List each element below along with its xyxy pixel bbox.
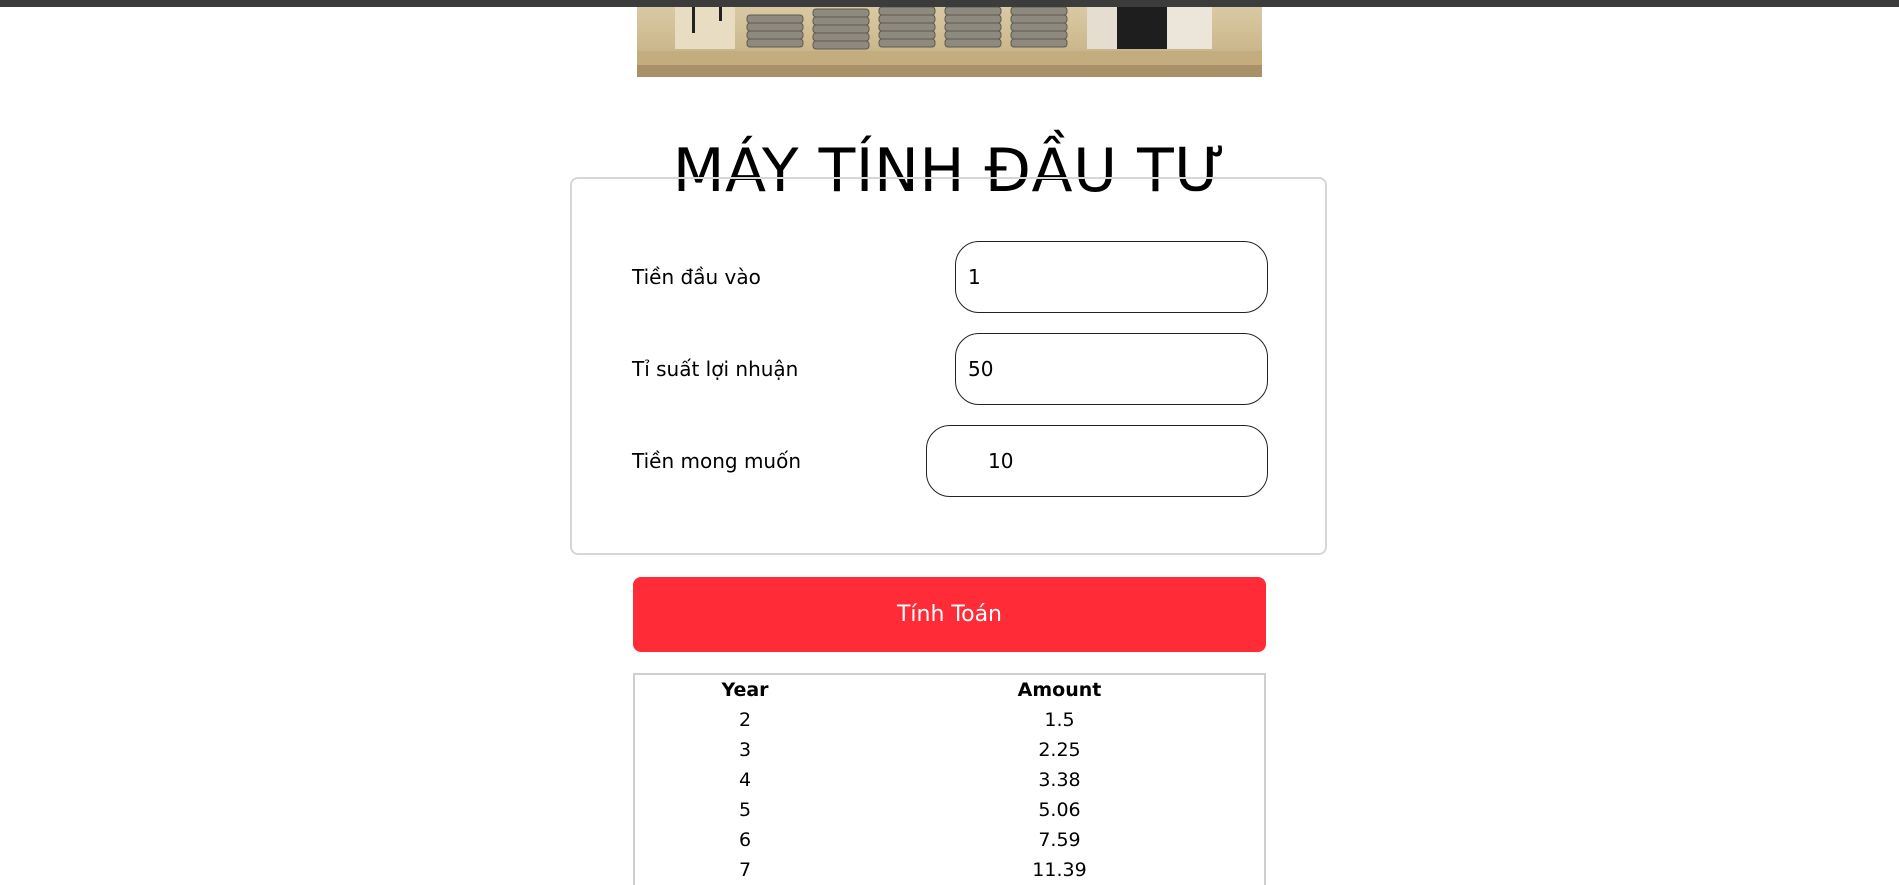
table-row: 6 7.59: [635, 825, 1264, 855]
year-cell: 5: [738, 799, 752, 821]
hero-image-coins: [637, 7, 1262, 77]
year-column-header: Year: [721, 679, 769, 701]
amount-cell: 1.5: [1044, 709, 1075, 731]
table-row: 7 11.39: [635, 855, 1264, 885]
calculate-button[interactable]: Tính Toán: [633, 577, 1266, 652]
amount-cell: 11.39: [1032, 859, 1087, 881]
form-row-return-rate: Tỉ suất lợi nhuận: [572, 333, 1325, 405]
form-row-initial-amount: Tiền đầu vào: [572, 241, 1325, 313]
table-row: 2 1.5: [635, 705, 1264, 735]
target-amount-input[interactable]: [926, 425, 1268, 497]
form-row-target-amount: Tiền mong muốn: [572, 425, 1325, 497]
amount-cell: 3.38: [1038, 769, 1081, 791]
results-table-container: Year Amount 2 1.5 3 2.25 4 3.38 5 5.06 6: [633, 673, 1266, 885]
initial-amount-input[interactable]: [955, 241, 1268, 313]
browser-top-bar: [0, 0, 1899, 7]
return-rate-input[interactable]: [955, 333, 1268, 405]
table-row: 3 2.25: [635, 735, 1264, 765]
investment-form-card: Tiền đầu vào Tỉ suất lợi nhuận Tiền mong…: [570, 177, 1327, 555]
year-cell: 6: [738, 829, 752, 851]
table-row: 5 5.06: [635, 795, 1264, 825]
year-cell: 7: [738, 859, 752, 881]
initial-amount-label: Tiền đầu vào: [632, 265, 761, 289]
coins-stack-illustration: [637, 7, 1262, 77]
year-cell: 4: [738, 769, 752, 791]
table-header-row: Year Amount: [635, 675, 1264, 705]
target-amount-label: Tiền mong muốn: [632, 449, 802, 473]
return-rate-label: Tỉ suất lợi nhuận: [632, 357, 799, 381]
amount-cell: 7.59: [1038, 829, 1081, 851]
results-table: Year Amount 2 1.5 3 2.25 4 3.38 5 5.06 6: [635, 675, 1264, 885]
table-row: 4 3.38: [635, 765, 1264, 795]
amount-cell: 5.06: [1038, 799, 1081, 821]
year-cell: 3: [738, 739, 752, 761]
year-cell: 2: [738, 709, 752, 731]
amount-cell: 2.25: [1038, 739, 1081, 761]
amount-column-header: Amount: [1017, 679, 1102, 701]
